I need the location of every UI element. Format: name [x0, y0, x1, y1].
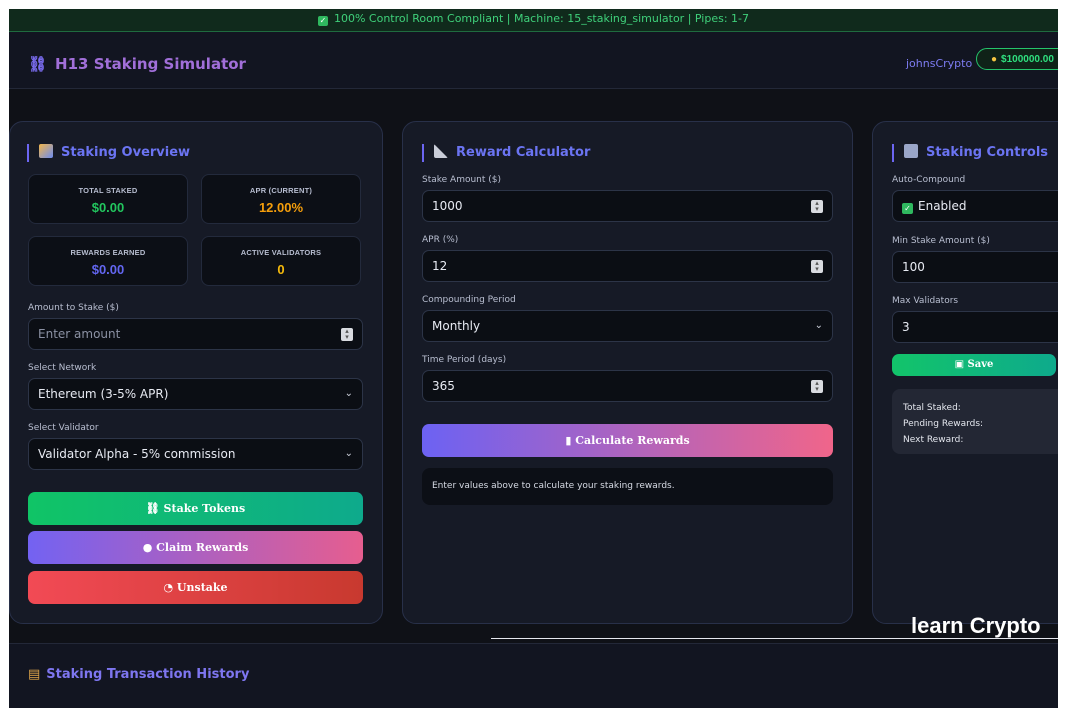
username-link[interactable]: johnsCrypto [906, 57, 972, 70]
spinner-icon[interactable]: ▴ ▾ [341, 328, 353, 341]
history-title: ▤ Staking Transaction History [28, 667, 250, 682]
validator-label: Select Validator [28, 423, 99, 433]
stake-amount-input[interactable]: 1000 ▴ ▾ [422, 190, 833, 222]
bar-chart-icon [39, 144, 53, 158]
unlock-icon: ◔ [163, 581, 177, 594]
spinner-icon[interactable]: ▴ ▾ [811, 260, 823, 273]
summary-total-staked: Total Staked: [903, 403, 961, 413]
max-validators-label: Max Validators [892, 296, 959, 306]
compounding-label: Compounding Period [422, 295, 516, 305]
amount-input[interactable]: Enter amount ▴ ▾ [28, 318, 363, 350]
spinner-icon[interactable]: ▴ ▾ [811, 200, 823, 213]
bar-chart-icon: ▮ [565, 434, 576, 447]
stat-total-staked: TOTAL STAKED $0.00 [28, 174, 188, 224]
compounding-select[interactable]: Monthly ⌄ [422, 310, 833, 342]
staking-controls-panel: Staking Controls Auto-Compound ✓ Enabled … [872, 121, 1058, 624]
chevron-down-icon: ⌄ [344, 388, 353, 399]
panel-title: Staking Overview [27, 144, 190, 162]
link-chain-icon: ⛓ [145, 502, 164, 515]
transaction-history-panel: ▤ Staking Transaction History [9, 643, 1058, 708]
floppy-disk-icon: ▣ [954, 359, 968, 370]
network-select[interactable]: Ethereum (3-5% APR) ⌄ [28, 378, 363, 410]
claim-rewards-button[interactable]: ● Claim Rewards [28, 531, 363, 564]
stake-tokens-button[interactable]: ⛓ Stake Tokens [28, 492, 363, 525]
apr-label: APR (%) [422, 235, 459, 245]
stat-active-validators: ACTIVE VALIDATORS 0 [201, 236, 361, 286]
min-stake-label: Min Stake Amount ($) [892, 236, 990, 246]
calculation-result: Enter values above to calculate your sta… [422, 468, 833, 505]
summary-next-reward: Next Reward: [903, 435, 964, 445]
spinner-icon[interactable]: ▴ ▾ [811, 380, 823, 393]
compliance-text: 100% Control Room Compliant | Machine: 1… [333, 12, 749, 25]
network-label: Select Network [28, 363, 97, 373]
time-period-label: Time Period (days) [422, 355, 507, 365]
check-icon: ✓ [902, 203, 913, 214]
app-header: ⛓ H13 Staking Simulator johnsCrypto ● $100… [9, 32, 1058, 89]
min-stake-input[interactable]: 100 [892, 251, 1058, 283]
chevron-down-icon: ⌄ [344, 448, 353, 459]
link-chain-icon: ⛓ [28, 55, 48, 73]
validator-select[interactable]: Validator Alpha - 5% commission ⌄ [28, 438, 363, 470]
balance-badge: ● $100000.00 [976, 48, 1058, 70]
app-window: ✓ 100% Control Room Compliant | Machine: … [9, 9, 1058, 708]
staking-overview-panel: Staking Overview TOTAL STAKED $0.00 APR … [9, 121, 383, 624]
chevron-down-icon: ⌄ [814, 320, 823, 331]
panel-title: Reward Calculator [422, 144, 590, 162]
max-validators-input[interactable]: 3 [892, 311, 1058, 343]
money-bag-icon: ● [142, 541, 157, 554]
money-bag-icon: ● [991, 54, 998, 65]
triangle-ruler-icon [434, 144, 448, 158]
unstake-button[interactable]: ◔ Unstake [28, 571, 363, 604]
time-period-input[interactable]: 365 ▴ ▾ [422, 370, 833, 402]
stake-amount-label: Stake Amount ($) [422, 175, 502, 185]
check-icon: ✓ [317, 16, 328, 26]
scroll-icon: ▤ [28, 667, 41, 682]
amount-label: Amount to Stake ($) [28, 303, 119, 313]
auto-compound-select[interactable]: ✓ Enabled [892, 190, 1058, 222]
control-knobs-icon [904, 144, 918, 158]
save-button[interactable]: ▣ Save [892, 354, 1056, 376]
auto-compound-label: Auto-Compound [892, 175, 966, 185]
calculate-rewards-button[interactable]: ▮ Calculate Rewards [422, 424, 833, 457]
stat-apr-current: APR (CURRENT) 12.00% [201, 174, 361, 224]
stat-rewards-earned: REWARDS EARNED $0.00 [28, 236, 188, 286]
panel-title: Staking Controls [892, 144, 1048, 162]
reward-calculator-panel: Reward Calculator Stake Amount ($) 1000 … [402, 121, 853, 624]
staking-summary: Total Staked: Pending Rewards: Next Rewa… [892, 389, 1058, 454]
watermark-text: learn Crypto [911, 613, 1041, 638]
summary-pending-rewards: Pending Rewards: [903, 419, 984, 429]
app-title: ⛓ H13 Staking Simulator [28, 55, 246, 73]
compliance-bar: ✓ 100% Control Room Compliant | Machine: … [9, 9, 1058, 32]
apr-input[interactable]: 12 ▴ ▾ [422, 250, 833, 282]
